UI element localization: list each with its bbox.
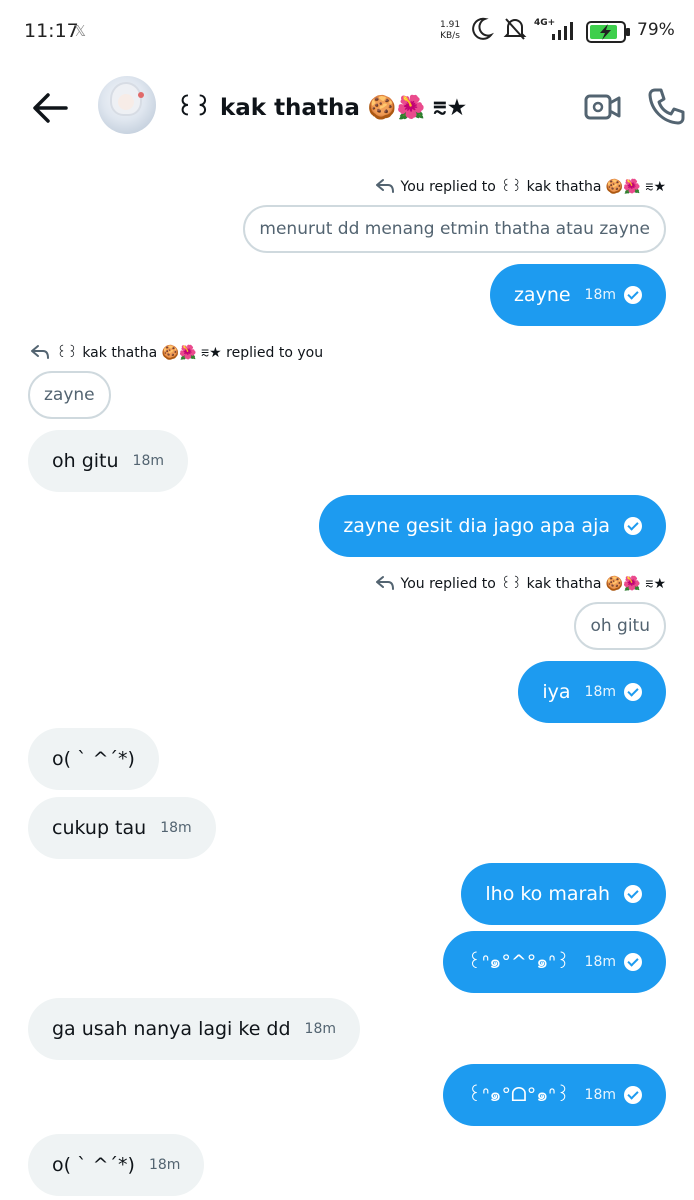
signal-strength-icon — [552, 22, 573, 40]
net-speed: 1.91 KB/s — [440, 20, 461, 41]
phone-icon[interactable] — [646, 86, 686, 126]
received-message-bubble[interactable]: cukup tau 18m — [28, 797, 216, 859]
quoted-message[interactable]: oh gitu — [574, 602, 666, 650]
sent-message-bubble[interactable]: zayne 18m — [489, 264, 666, 326]
arrow-left-icon[interactable] — [28, 86, 72, 130]
reply-label: You replied to ꒰꒱ kak thatha 🍪🌺 ⩳★ — [375, 177, 666, 195]
read-check-icon — [624, 885, 642, 903]
video-call-icon[interactable] — [584, 88, 622, 126]
do-not-disturb-moon-icon — [472, 17, 494, 40]
message-text: o( ˋ ^´*) — [52, 748, 135, 770]
message-text: lho ko marah — [485, 883, 610, 905]
avatar[interactable] — [98, 76, 156, 134]
message-text: o( ˋ ^´*) — [52, 1154, 135, 1176]
read-check-icon — [624, 1086, 642, 1104]
quoted-message[interactable]: menurut dd menang etmin thatha atau zayn… — [243, 205, 666, 253]
message-text: ga usah nanya lagi ke dd — [52, 1018, 291, 1040]
message-text: zayne gesit dia jago apa aja — [343, 515, 610, 537]
message-time: 18m — [132, 453, 164, 469]
message-time: 18m — [584, 684, 616, 700]
read-check-icon — [624, 286, 642, 304]
sent-message-bubble[interactable]: zayne gesit dia jago apa aja — [319, 495, 666, 557]
message-text: oh gitu — [52, 450, 119, 472]
received-message-bubble[interactable]: o( ˋ ^´*) 18m — [28, 1134, 205, 1196]
reply-arrow-icon — [375, 179, 394, 193]
message-text: zayne — [513, 284, 571, 306]
read-check-icon — [624, 953, 642, 971]
read-check-icon — [624, 683, 642, 701]
message-time: 18m — [148, 1157, 181, 1173]
message-time: 18m — [584, 954, 616, 970]
battery-charging-icon — [586, 21, 630, 43]
quoted-message[interactable]: zayne — [28, 371, 111, 419]
message-text: ꒰ᐢ๑°ᗝ°๑ᐢ꒱ — [467, 1084, 571, 1106]
sent-message-bubble[interactable]: ꒰ᐢ๑°ᗝ°๑ᐢ꒱ 18m — [443, 1064, 666, 1126]
message-time: 18m — [304, 1021, 336, 1037]
contact-name[interactable]: ꒰꒱ kak thatha 🍪🌺 ⩳★ — [176, 90, 467, 121]
message-time: 18m — [584, 1087, 616, 1103]
message-time: 18m — [160, 820, 192, 836]
message-text: ꒰ᐢ๑°^°๑ᐢ꒱ — [467, 951, 571, 973]
reply-arrow-icon — [31, 345, 49, 359]
battery-percent: 79% — [637, 20, 675, 40]
received-message-bubble[interactable]: ga usah nanya lagi ke dd 18m — [28, 998, 360, 1060]
message-text: iya — [542, 681, 571, 703]
reply-arrow-icon — [375, 576, 394, 590]
muted-bell-icon — [503, 18, 527, 40]
reply-label: ꒰꒱ kak thatha 🍪🌺 ⩳★ replied to you — [30, 343, 323, 361]
read-check-icon — [624, 517, 642, 535]
conversation-header: ꒰꒱ kak thatha 🍪🌺 ⩳★ — [0, 64, 694, 150]
status-time: 11:17 — [24, 20, 79, 42]
received-message-bubble[interactable]: o( ˋ ^´*) — [28, 728, 159, 790]
x-app-icon: 𝕏 — [74, 22, 87, 40]
sent-message-bubble[interactable]: ꒰ᐢ๑°^°๑ᐢ꒱ 18m — [443, 931, 666, 993]
status-bar: 11:17 𝕏 1.91 KB/s 4G+ 79% — [0, 0, 694, 64]
sent-message-bubble[interactable]: iya 18m — [518, 661, 666, 723]
message-time: 18m — [584, 287, 616, 303]
reply-label: You replied to ꒰꒱ kak thatha 🍪🌺 ⩳★ — [375, 574, 666, 592]
sent-message-bubble[interactable]: lho ko marah — [461, 863, 666, 925]
message-text: cukup tau — [52, 817, 147, 839]
received-message-bubble[interactable]: oh gitu 18m — [28, 430, 188, 492]
